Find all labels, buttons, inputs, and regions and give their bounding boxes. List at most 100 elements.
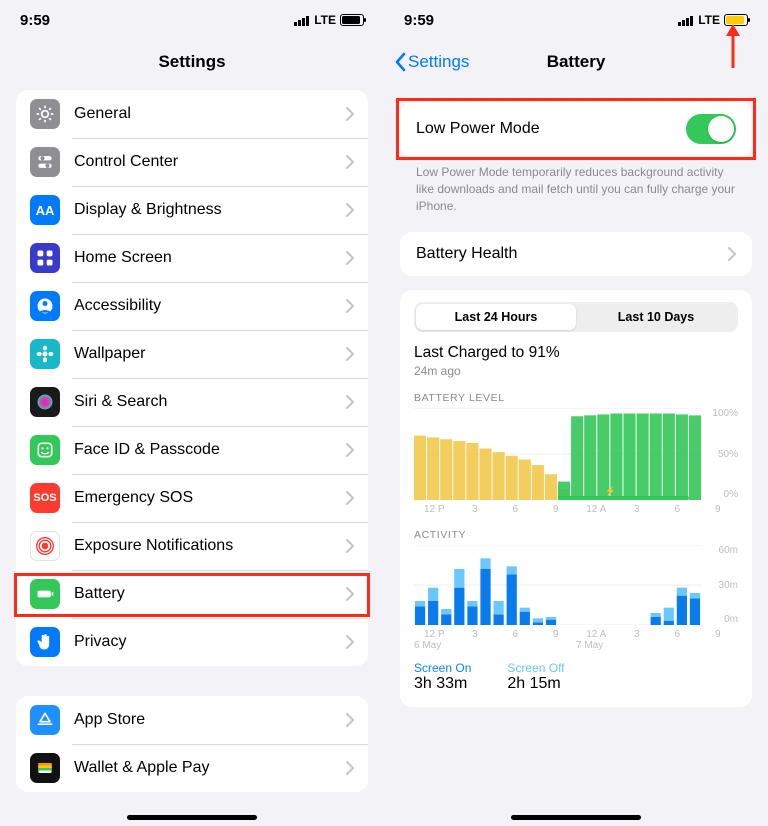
settings-row-battery[interactable]: Battery [16,570,368,618]
nav-bar: Settings Battery [384,40,768,84]
status-bar: 9:59 LTE [384,0,768,40]
battery-level-heading: BATTERY LEVEL [414,392,738,404]
carrier-label: LTE [314,13,336,27]
row-label: Wallpaper [74,345,332,363]
status-bar: 9:59 LTE [0,0,384,40]
chevron-right-icon [346,251,354,265]
gear-icon [30,99,60,129]
chevron-right-icon [346,491,354,505]
chevron-right-icon [728,247,736,261]
screen-off-value: 2h 15m [507,675,564,693]
settings-row-privacy[interactable]: Privacy [16,618,368,666]
range-segmented-control[interactable]: Last 24 Hours Last 10 Days [414,302,738,332]
activity-heading: ACTIVITY [414,529,738,541]
exposure-icon [30,531,60,561]
settings-screen: 9:59 LTE Settings General Control Center A… [0,0,384,826]
settings-group-main: General Control Center AA Display & Brightn… [16,90,368,666]
sliders-icon [30,147,60,177]
low-power-mode-label: Low Power Mode [416,120,540,138]
person-icon [30,291,60,321]
home-indicator[interactable] [511,815,641,820]
chevron-right-icon [346,539,354,553]
screen-on-label: Screen On [414,661,471,675]
row-label: Display & Brightness [74,201,332,219]
battery-health-label: Battery Health [416,245,517,263]
activity-chart [414,545,702,625]
chevron-right-icon [346,713,354,727]
flower-icon [30,339,60,369]
settings-row-emergency-sos[interactable]: SOS Emergency SOS [16,474,368,522]
battery-icon [30,579,60,609]
face-icon [30,435,60,465]
back-label: Settings [408,52,469,72]
chevron-right-icon [346,347,354,361]
siri-icon [30,387,60,417]
settings-row-general[interactable]: General [16,90,368,138]
settings-row-accessibility[interactable]: Accessibility [16,282,368,330]
settings-row-home-screen[interactable]: Home Screen [16,234,368,282]
row-label: App Store [74,711,332,729]
back-button[interactable]: Settings [394,52,469,72]
appstore-icon [30,705,60,735]
status-time: 9:59 [20,12,50,29]
signal-icon [678,15,694,26]
screen-on-value: 3h 33m [414,675,471,693]
low-power-mode-hint: Low Power Mode temporarily reduces backg… [416,164,736,214]
screen-off-label: Screen Off [507,661,564,675]
status-time: 9:59 [404,12,434,29]
wallet-icon [30,753,60,783]
settings-row-wallpaper[interactable]: Wallpaper [16,330,368,378]
row-label: Accessibility [74,297,332,315]
settings-row-face-id-passcode[interactable]: Face ID & Passcode [16,426,368,474]
signal-icon [294,15,310,26]
low-power-mode-card: Low Power Mode [400,102,752,156]
row-label: General [74,105,332,123]
chevron-right-icon [346,635,354,649]
battery-level-x-axis: 12 P36912 A369 [414,504,738,515]
last-charged-sub: 24m ago [414,364,738,378]
row-label: Privacy [74,633,332,651]
activity-x-axis: 12 P36912 A369 [414,629,738,640]
settings-row-wallet-apple-pay[interactable]: Wallet & Apple Pay [16,744,368,792]
row-label: Emergency SOS [74,489,332,507]
battery-level-chart: ⚡ [414,408,702,500]
activity-x-sub: 6 May 7 May [414,640,738,651]
segment-last-10-days[interactable]: Last 10 Days [576,304,736,330]
chevron-right-icon [346,443,354,457]
battery-screen: 9:59 LTE Settings Battery Low Power Mode… [384,0,768,826]
row-label: Control Center [74,153,332,171]
page-title: Settings [0,40,384,90]
low-power-mode-toggle[interactable] [686,114,736,144]
chevron-right-icon [346,203,354,217]
aa-icon: AA [30,195,60,225]
chevron-right-icon [346,155,354,169]
home-indicator[interactable] [127,815,257,820]
settings-row-control-center[interactable]: Control Center [16,138,368,186]
battery-health-card[interactable]: Battery Health [400,232,752,276]
carrier-label: LTE [698,13,720,27]
settings-row-display-brightness[interactable]: AA Display & Brightness [16,186,368,234]
chevron-left-icon [394,52,406,72]
row-label: Home Screen [74,249,332,267]
sos-icon: SOS [30,483,60,513]
row-label: Siri & Search [74,393,332,411]
battery-icon-low-power [724,14,748,26]
row-label: Battery [74,585,332,603]
chevron-right-icon [346,587,354,601]
settings-row-exposure-notifications[interactable]: Exposure Notifications [16,522,368,570]
svg-text:⚡: ⚡ [605,486,616,497]
usage-panel: Last 24 Hours Last 10 Days Last Charged … [400,290,752,707]
row-label: Wallet & Apple Pay [74,759,332,777]
settings-row-siri-search[interactable]: Siri & Search [16,378,368,426]
chevron-right-icon [346,761,354,775]
settings-row-app-store[interactable]: App Store [16,696,368,744]
activity-legend: Screen On 3h 33m Screen Off 2h 15m [414,661,738,693]
battery-level-y-axis: 100% 50% 0% [708,408,738,500]
page-title: Battery [547,52,606,72]
segment-last-24-hours[interactable]: Last 24 Hours [416,304,576,330]
grid-icon [30,243,60,273]
battery-icon [340,14,364,26]
last-charged-title: Last Charged to 91% [414,344,738,362]
settings-group-store: App Store Wallet & Apple Pay [16,696,368,792]
hand-icon [30,627,60,657]
